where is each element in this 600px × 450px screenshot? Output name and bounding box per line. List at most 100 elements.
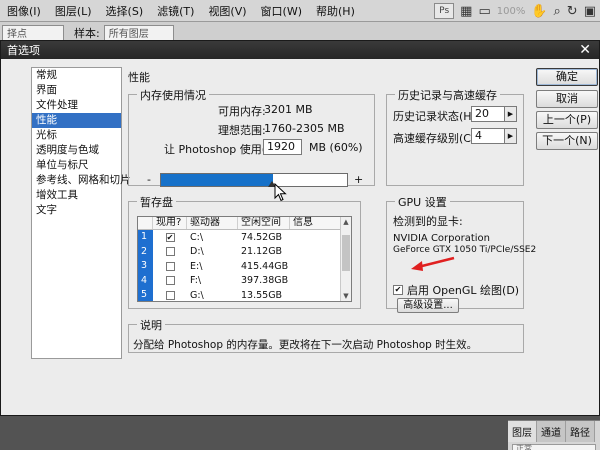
slider-minus[interactable]: - — [147, 173, 151, 186]
menu-help[interactable]: 帮助(H) — [309, 3, 362, 19]
screen-mode-icon[interactable]: ▭ — [478, 4, 490, 19]
previous-button[interactable]: 上一个(P) — [536, 111, 598, 129]
menu-layer[interactable]: 图层(L) — [48, 3, 99, 19]
row-active-cell — [153, 247, 187, 257]
gpu-vendor: NVIDIA Corporation — [393, 233, 491, 244]
ok-button[interactable]: 确定 — [536, 68, 598, 86]
row-active-cell — [153, 290, 187, 300]
cache-levels-input[interactable]: 4 — [471, 128, 505, 144]
row-free-space: 415.44GB — [241, 260, 289, 272]
tool-preset-field[interactable]: 择点 — [2, 24, 64, 41]
history-cache-group: 历史记录与高速缓存 历史记录状态(H): 20 ▶ 高速缓存级别(C): 4 ▶ — [386, 87, 524, 186]
available-memory-label: 可用内存: — [218, 105, 266, 118]
scroll-up-icon[interactable]: ▲ — [341, 218, 351, 226]
app-menu-bar: 图像(I) 图层(L) 选择(S) 滤镜(T) 视图(V) 窗口(W) 帮助(H… — [0, 0, 600, 22]
preferences-dialog: 首选项 ✕ 常规 界面 文件处理 性能 光标 透明度与色域 单位与标尺 参考线、… — [0, 40, 600, 416]
category-guides[interactable]: 参考线、网格和切片 — [32, 173, 131, 188]
panel-tabs: 图层 通道 路径 — [508, 421, 600, 442]
grid-icon[interactable]: ▦ — [460, 4, 472, 19]
row-drive: E:\ — [190, 260, 203, 272]
memory-slider-fill — [161, 174, 273, 186]
active-checkbox[interactable] — [165, 276, 175, 286]
category-units[interactable]: 单位与标尺 — [32, 158, 121, 173]
dialog-title: 首选项 — [7, 44, 40, 57]
table-row[interactable]: 2 D:\ 21.12GB — [138, 244, 351, 259]
hand-tool-icon[interactable]: ✋ — [531, 4, 547, 19]
memory-use-suffix: MB (60%) — [309, 141, 363, 154]
menu-image[interactable]: 图像(I) — [0, 3, 48, 19]
zoom-tool-icon[interactable]: ⌕ — [554, 4, 561, 19]
sample-select[interactable]: 所有图层 — [103, 24, 174, 41]
row-free-space: 397.38GB — [241, 275, 289, 287]
available-memory-value: 3201 MB — [264, 103, 313, 116]
close-icon[interactable]: ✕ — [579, 41, 591, 59]
table-row[interactable]: 3 E:\ 415.44GB — [138, 259, 351, 274]
category-file-handling[interactable]: 文件处理 — [32, 98, 121, 113]
arrange-docs-icon[interactable]: ▣ — [584, 4, 596, 19]
active-checkbox[interactable] — [165, 290, 175, 300]
row-index: 3 — [138, 259, 153, 274]
active-column-header[interactable]: 现用? — [153, 217, 187, 229]
tab-channels[interactable]: 通道 — [537, 421, 566, 442]
history-states-label: 历史记录状态(H): — [393, 110, 480, 123]
memory-use-input[interactable]: 1920 — [263, 139, 302, 155]
tab-layers[interactable]: 图层 — [508, 421, 537, 442]
active-checkbox[interactable]: ✔ — [165, 232, 175, 242]
detected-card-label: 检测到的显卡: — [393, 215, 463, 228]
category-interface[interactable]: 界面 — [32, 83, 121, 98]
drive-column-header[interactable]: 驱动器 — [187, 217, 238, 229]
category-performance[interactable]: 性能 — [32, 113, 121, 128]
table-row[interactable]: 1 ✔ C:\ 74.52GB — [138, 230, 351, 245]
history-states-input[interactable]: 20 — [471, 106, 505, 122]
active-checkbox[interactable] — [165, 261, 175, 271]
slider-plus[interactable]: + — [354, 173, 363, 186]
history-states-stepper[interactable]: ▶ — [505, 106, 517, 122]
category-cursors[interactable]: 光标 — [32, 128, 121, 143]
layers-panel: 图层 通道 路径 正常 — [508, 420, 600, 450]
history-group-label: 历史记录与高速缓存 — [395, 87, 500, 103]
free-space-column-header[interactable]: 空闲空间 — [238, 217, 290, 229]
row-active-cell — [153, 261, 187, 271]
tab-paths[interactable]: 路径 — [566, 421, 595, 442]
row-active-cell: ✔ — [153, 232, 187, 242]
category-type[interactable]: 文字 — [32, 203, 121, 218]
row-index: 5 — [138, 288, 153, 301]
active-checkbox[interactable] — [165, 247, 175, 257]
scratch-disks-group: 暂存盘 现用? 驱动器 空闲空间 信息 1 ✔ C:\ 74.52GB 2 D:… — [128, 194, 361, 309]
ps-badge[interactable]: Ps — [434, 3, 455, 19]
table-row[interactable]: 4 F:\ 397.38GB — [138, 273, 351, 288]
menu-select[interactable]: 选择(S) — [99, 3, 151, 19]
cancel-button[interactable]: 取消 — [536, 90, 598, 108]
scratch-table-scrollbar[interactable]: ▲ ▼ — [340, 217, 351, 301]
opengl-label: 启用 OpenGL 绘图(D) — [407, 284, 520, 297]
zoom-level[interactable]: 100% — [497, 6, 526, 17]
gpu-group-label: GPU 设置 — [395, 194, 450, 210]
opengl-toggle[interactable]: ✔ 启用 OpenGL 绘图(D) — [393, 282, 519, 298]
row-free-space: 21.12GB — [241, 246, 283, 258]
menu-filter[interactable]: 滤镜(T) — [150, 3, 201, 19]
next-button[interactable]: 下一个(N) — [536, 132, 598, 150]
index-column-header — [138, 217, 153, 229]
row-active-cell — [153, 276, 187, 286]
memory-group-label: 内存使用情况 — [137, 87, 209, 103]
rotate-view-icon[interactable]: ↻ — [567, 4, 578, 19]
row-drive: C:\ — [190, 231, 204, 243]
memory-slider[interactable] — [160, 173, 348, 187]
dialog-titlebar[interactable]: 首选项 ✕ — [1, 41, 599, 59]
menu-window[interactable]: 窗口(W) — [254, 3, 309, 19]
blend-mode-field[interactable]: 正常 — [512, 444, 596, 450]
scroll-down-icon[interactable]: ▼ — [341, 292, 351, 300]
opengl-checkbox[interactable]: ✔ — [393, 285, 403, 295]
category-plugins[interactable]: 增效工具 — [32, 188, 121, 203]
advanced-settings-button[interactable]: 高级设置... — [397, 298, 459, 313]
row-free-space: 13.55GB — [241, 289, 283, 301]
table-row[interactable]: 5 G:\ 13.55GB — [138, 288, 351, 301]
scroll-thumb[interactable] — [342, 235, 350, 271]
row-drive: F:\ — [190, 275, 202, 287]
cache-levels-stepper[interactable]: ▶ — [505, 128, 517, 144]
menu-view[interactable]: 视图(V) — [201, 3, 253, 19]
category-general[interactable]: 常规 — [32, 68, 121, 83]
category-transparency[interactable]: 透明度与色域 — [32, 143, 121, 158]
row-drive: D:\ — [190, 246, 204, 258]
cache-levels-label: 高速缓存级别(C): — [393, 132, 479, 145]
